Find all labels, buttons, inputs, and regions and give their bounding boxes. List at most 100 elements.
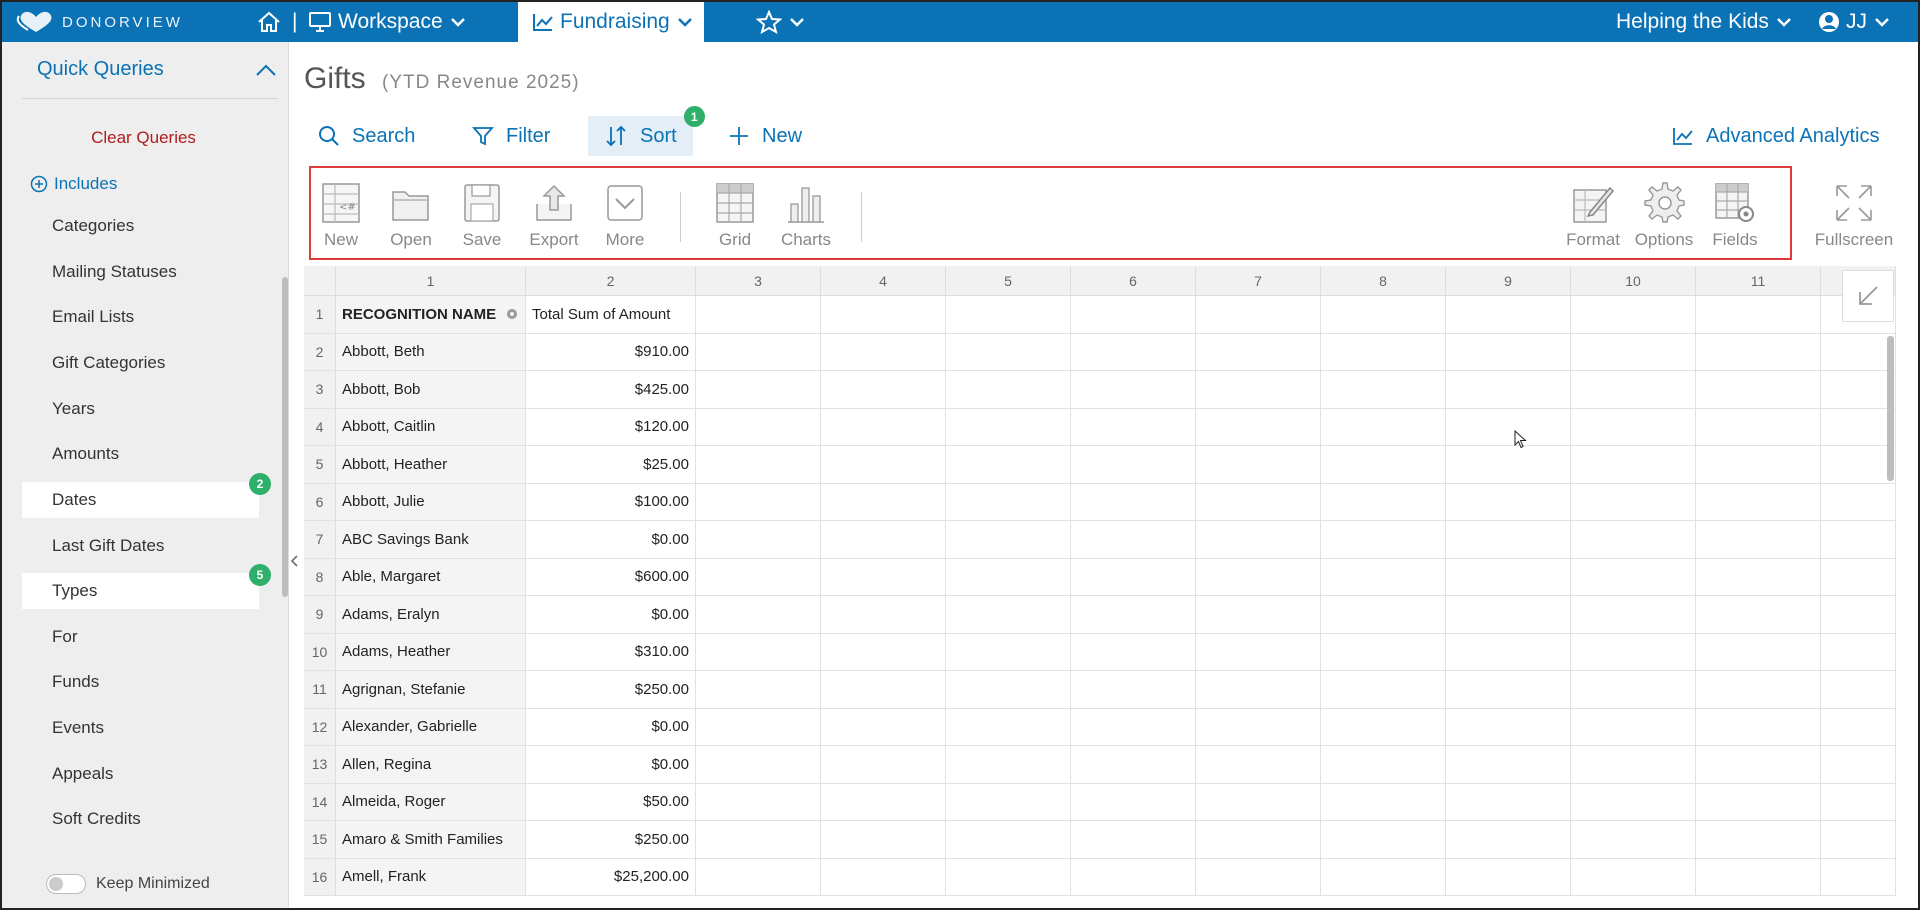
- toolbar-open-button[interactable]: Open: [375, 182, 447, 250]
- empty-cell[interactable]: [1446, 558, 1571, 596]
- empty-cell[interactable]: [1321, 858, 1446, 896]
- empty-cell[interactable]: [1196, 596, 1321, 634]
- empty-cell[interactable]: [1196, 633, 1321, 671]
- column-header[interactable]: 4: [821, 266, 946, 296]
- empty-cell[interactable]: [1321, 671, 1446, 709]
- empty-cell[interactable]: [1446, 408, 1571, 446]
- empty-cell[interactable]: [1571, 671, 1696, 709]
- empty-cell[interactable]: [1696, 746, 1821, 784]
- row-header[interactable]: 2: [304, 333, 336, 371]
- empty-cell[interactable]: [696, 633, 821, 671]
- sidebar-item-dates[interactable]: Dates 2: [22, 473, 271, 518]
- organization-menu[interactable]: Helping the Kids: [1616, 2, 1793, 42]
- toolbar-fullscreen-button[interactable]: Fullscreen: [1810, 182, 1898, 250]
- empty-cell[interactable]: [1571, 708, 1696, 746]
- empty-cell[interactable]: [1196, 783, 1321, 821]
- empty-cell[interactable]: [1321, 296, 1446, 334]
- empty-cell[interactable]: [1196, 671, 1321, 709]
- empty-cell[interactable]: [696, 821, 821, 859]
- donorview-logo[interactable]: DONORVIEW: [16, 10, 183, 34]
- empty-cell[interactable]: [696, 858, 821, 896]
- empty-cell[interactable]: [821, 521, 946, 559]
- toggle-switch[interactable]: [46, 874, 86, 894]
- empty-cell[interactable]: [1196, 483, 1321, 521]
- empty-cell[interactable]: [1446, 521, 1571, 559]
- column-header[interactable]: 3: [696, 266, 821, 296]
- home-button[interactable]: [256, 2, 282, 42]
- empty-cell[interactable]: [696, 671, 821, 709]
- amount-cell[interactable]: $25.00: [526, 446, 696, 484]
- empty-cell[interactable]: [1821, 558, 1896, 596]
- empty-cell[interactable]: [1446, 633, 1571, 671]
- empty-cell[interactable]: [1446, 671, 1571, 709]
- empty-cell[interactable]: [1696, 446, 1821, 484]
- new-button[interactable]: New: [728, 116, 802, 156]
- recognition-name-cell[interactable]: Adams, Eralyn: [336, 596, 526, 634]
- empty-cell[interactable]: [1696, 521, 1821, 559]
- empty-cell[interactable]: [821, 446, 946, 484]
- empty-cell[interactable]: [821, 633, 946, 671]
- sidebar-item-email-lists[interactable]: Email Lists: [22, 299, 259, 335]
- empty-cell[interactable]: [1446, 483, 1571, 521]
- empty-cell[interactable]: [1196, 746, 1321, 784]
- empty-cell[interactable]: [696, 708, 821, 746]
- collapse-panel-button[interactable]: [1842, 270, 1894, 322]
- user-menu[interactable]: JJ: [1818, 2, 1891, 42]
- sidebar-item-soft-credits[interactable]: Soft Credits: [22, 801, 259, 837]
- empty-cell[interactable]: [821, 858, 946, 896]
- empty-cell[interactable]: [821, 296, 946, 334]
- empty-cell[interactable]: [1446, 296, 1571, 334]
- empty-cell[interactable]: [696, 371, 821, 409]
- toolbar-more-button[interactable]: More: [589, 182, 661, 250]
- empty-cell[interactable]: [1696, 371, 1821, 409]
- empty-cell[interactable]: [1446, 446, 1571, 484]
- column-header[interactable]: 11: [1696, 266, 1821, 296]
- empty-cell[interactable]: [1696, 296, 1821, 334]
- amount-cell[interactable]: $250.00: [526, 671, 696, 709]
- empty-cell[interactable]: [1821, 821, 1896, 859]
- clear-queries-link[interactable]: Clear Queries: [2, 128, 285, 148]
- empty-cell[interactable]: [1071, 708, 1196, 746]
- empty-cell[interactable]: [1196, 521, 1321, 559]
- amount-cell[interactable]: $0.00: [526, 746, 696, 784]
- amount-cell[interactable]: $250.00: [526, 821, 696, 859]
- empty-cell[interactable]: [696, 408, 821, 446]
- sidebar-item-appeals[interactable]: Appeals: [22, 756, 259, 792]
- recognition-name-header[interactable]: RECOGNITION NAME: [336, 296, 526, 334]
- empty-cell[interactable]: [1071, 521, 1196, 559]
- amount-cell[interactable]: $425.00: [526, 371, 696, 409]
- search-button[interactable]: Search: [318, 116, 415, 156]
- empty-cell[interactable]: [1196, 371, 1321, 409]
- pivot-grid[interactable]: 1 2 3 4 5 6 7 8 9 10 11 1 RECOGNITION NAM…: [304, 266, 1896, 908]
- empty-cell[interactable]: [696, 746, 821, 784]
- empty-cell[interactable]: [696, 558, 821, 596]
- empty-cell[interactable]: [1821, 408, 1896, 446]
- empty-cell[interactable]: [1071, 296, 1196, 334]
- empty-cell[interactable]: [1196, 558, 1321, 596]
- toolbar-save-button[interactable]: Save: [446, 182, 518, 250]
- gear-icon[interactable]: [505, 307, 519, 321]
- empty-cell[interactable]: [1071, 446, 1196, 484]
- empty-cell[interactable]: [1446, 371, 1571, 409]
- empty-cell[interactable]: [946, 858, 1071, 896]
- empty-cell[interactable]: [1821, 521, 1896, 559]
- favorites-menu[interactable]: [756, 2, 806, 42]
- empty-cell[interactable]: [1696, 483, 1821, 521]
- empty-cell[interactable]: [1196, 333, 1321, 371]
- empty-cell[interactable]: [1821, 746, 1896, 784]
- empty-cell[interactable]: [1821, 446, 1896, 484]
- empty-cell[interactable]: [1071, 483, 1196, 521]
- keep-minimized-toggle[interactable]: Keep Minimized: [46, 874, 210, 894]
- empty-cell[interactable]: [821, 596, 946, 634]
- toolbar-export-button[interactable]: Export: [518, 182, 590, 250]
- empty-cell[interactable]: [946, 446, 1071, 484]
- sidebar-item-amounts[interactable]: Amounts: [22, 436, 259, 472]
- empty-cell[interactable]: [1321, 821, 1446, 859]
- row-header[interactable]: 14: [304, 783, 336, 821]
- empty-cell[interactable]: [1821, 483, 1896, 521]
- empty-cell[interactable]: [946, 708, 1071, 746]
- empty-cell[interactable]: [946, 371, 1071, 409]
- empty-cell[interactable]: [1821, 708, 1896, 746]
- sidebar-item-events[interactable]: Events: [22, 710, 259, 746]
- empty-cell[interactable]: [1071, 558, 1196, 596]
